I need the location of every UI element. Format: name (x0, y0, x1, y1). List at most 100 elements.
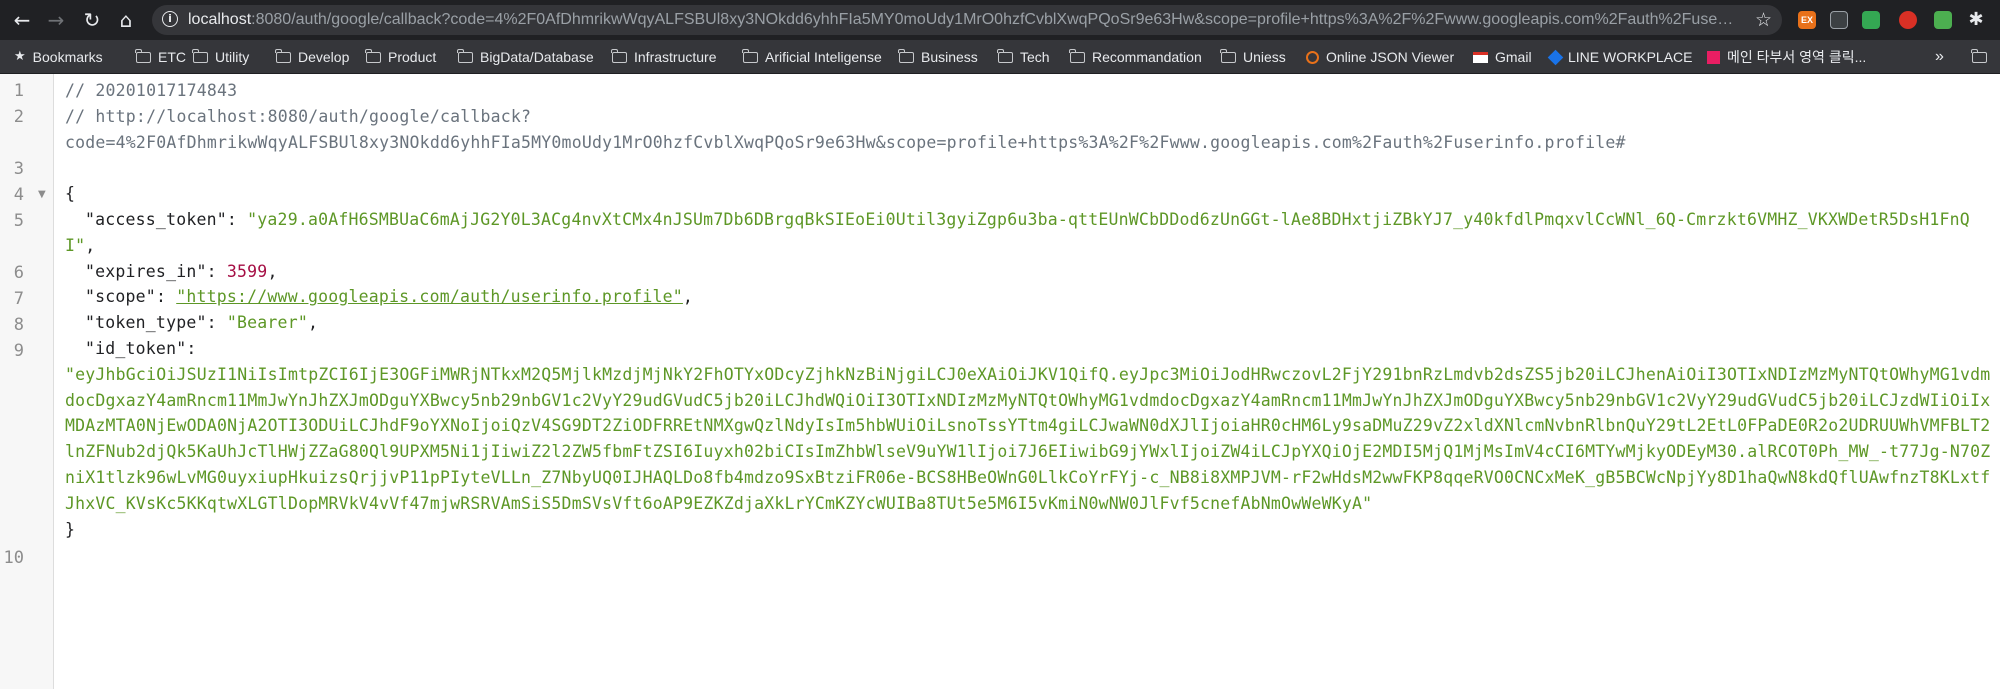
home-icon[interactable]: ⌂ (112, 6, 140, 34)
bookmark-star-icon[interactable]: ☆ (1755, 5, 1772, 35)
folder-icon (742, 48, 758, 63)
comment-url-line1: // http://localhost:8080/auth/google/cal… (65, 106, 532, 126)
id-token-value: "eyJhbGciOiJSUzI1NiIsImtpZCI6IjE3OGFiMWR… (65, 364, 1991, 513)
bookmark-favicon-icon (1707, 50, 1720, 64)
url-host: localhost (188, 11, 252, 28)
json-key: "token_type" (85, 313, 207, 333)
json-key: "expires_in" (85, 261, 207, 281)
expires-in-value: 3599 (226, 261, 268, 281)
bookmark-folder-business[interactable]: Business (898, 40, 978, 74)
folder-icon (611, 48, 627, 63)
bookmark-line-workplace[interactable]: LINE WORKPLACE (1547, 40, 1693, 74)
bookmark-folder-utility[interactable]: Utility (192, 40, 250, 74)
reload-icon[interactable]: ↻ (78, 6, 106, 34)
browser-toolbar: ← → ↻ ⌂ i localhost:8080/auth/google/cal… (0, 0, 2000, 40)
bookmark-folder-etc[interactable]: ETC (135, 40, 186, 74)
folder-icon (898, 48, 914, 63)
json-entry-access-token: "access_token": "ya29.a0AfH6SMBUaC6mAjJG… (65, 209, 1970, 255)
bookmark-folder-develop[interactable]: Develop (275, 40, 350, 74)
line-number-gutter: 1 2 3 4 ▼ 5 6 7 8 9 10 (0, 74, 54, 689)
scope-link[interactable]: "https://www.googleapis.com/auth/userinf… (176, 287, 683, 306)
line-number: 4 (13, 185, 24, 205)
json-entry-expires-in: "expires_in": 3599, (85, 261, 278, 281)
bookmark-folder-tech[interactable]: Tech (997, 40, 1050, 74)
bookmark-label: Business (921, 49, 978, 65)
back-icon[interactable]: ← (8, 6, 36, 34)
comment-timestamp: // 20201017174843 (65, 81, 238, 100)
extension-green-icon[interactable] (1862, 11, 1880, 29)
access-token-value: "ya29.a0AfH6SMBUaC6mAjJG2Y0L3ACg4nvXtCMx… (65, 209, 1970, 255)
line-number: 6 (13, 263, 24, 283)
extension-red-icon[interactable] (1899, 11, 1917, 29)
star-icon: ★ (14, 49, 26, 65)
folder-icon (997, 48, 1013, 63)
bookmark-label: BigData/Database (480, 49, 594, 65)
line-number: 10 (3, 548, 24, 568)
line-number: 2 (13, 107, 24, 127)
bookmark-label: Tech (1020, 49, 1050, 65)
other-bookmarks-folder[interactable] (1971, 40, 1994, 74)
folder-icon (457, 48, 473, 63)
json-close-brace: } (65, 519, 76, 539)
bookmark-label: Product (388, 49, 437, 65)
bookmark-bookmarks[interactable]: ★ Bookmarks (14, 40, 103, 74)
json-key: "access_token" (85, 209, 227, 229)
bookmark-label: Develop (298, 49, 350, 65)
bookmark-folder-uniess[interactable]: Uniess (1220, 40, 1286, 74)
line-icon (1547, 49, 1564, 66)
json-viewer-icon (1306, 50, 1319, 64)
folder-icon (135, 48, 151, 63)
folder-icon (275, 48, 291, 63)
folder-icon (192, 48, 208, 63)
folder-icon (1971, 48, 1987, 63)
bookmark-label: LINE WORKPLACE (1568, 49, 1693, 65)
bookmark-label: Utility (215, 49, 250, 65)
bookmark-folder-ai[interactable]: Arificial Inteligense (742, 40, 882, 74)
line-number: 3 (13, 159, 24, 179)
bookmark-folder-bigdata[interactable]: BigData/Database (457, 40, 594, 74)
json-content: // 20201017174843 // http://localhost:80… (65, 78, 1991, 542)
extension-shield-icon[interactable] (1830, 11, 1848, 29)
url-path: :8080/auth/google/callback?code=4%2F0AfD… (251, 11, 1738, 28)
json-entry-token-type: "token_type": "Bearer", (85, 313, 319, 333)
bookmark-label: Gmail (1495, 49, 1532, 65)
line-number: 9 (13, 341, 24, 361)
json-key: "id_token" (85, 338, 187, 358)
url-text[interactable]: localhost:8080/auth/google/callback?code… (188, 5, 1738, 35)
fold-toggle-icon[interactable]: ▼ (38, 182, 48, 208)
folder-icon (1069, 48, 1085, 63)
bookmark-label: ETC (158, 49, 186, 65)
bookmark-label: Online JSON Viewer (1326, 49, 1455, 65)
bookmark-online-json-viewer[interactable]: Online JSON Viewer (1306, 40, 1454, 74)
extension-check-shield-icon[interactable] (1934, 11, 1952, 29)
bookmark-label: Recommandation (1092, 49, 1202, 65)
folder-icon (1220, 48, 1236, 63)
bookmark-folder-product[interactable]: Product (365, 40, 437, 74)
bookmark-label: Arificial Inteligense (765, 49, 882, 65)
bookmark-gmail[interactable]: Gmail (1473, 40, 1532, 74)
bookmark-label: Bookmarks (32, 49, 103, 65)
comment-url-line2: code=4%2F0AfDhmrikwWqyALFSBUl8xy3NOkdd6y… (65, 132, 1626, 152)
bookmark-folder-infrastructure[interactable]: Infrastructure (611, 40, 716, 74)
bookmark-folder-recommandation[interactable]: Recommandation (1069, 40, 1202, 74)
bookmarks-overflow-button[interactable]: » (1935, 40, 1944, 74)
folder-icon (365, 48, 381, 63)
bookmark-label: Uniess (1243, 49, 1286, 65)
json-key: "scope" (85, 287, 156, 307)
gmail-icon (1473, 51, 1488, 63)
address-bar[interactable]: i localhost:8080/auth/google/callback?co… (152, 5, 1782, 35)
bookmark-label: 메인 타부서 영역 클릭... (1727, 49, 1867, 65)
bookmark-korean-page[interactable]: 메인 타부서 영역 클릭... (1707, 40, 1866, 74)
json-open-brace: { (65, 184, 76, 204)
line-number: 5 (13, 211, 24, 231)
line-number: 7 (13, 289, 24, 309)
site-info-icon[interactable]: i (162, 11, 178, 27)
forward-icon[interactable]: → (42, 6, 70, 34)
extension-ex-icon[interactable]: EX (1798, 11, 1816, 29)
json-entry-scope: "scope": "https://www.googleapis.com/aut… (85, 287, 694, 307)
line-number: 8 (13, 315, 24, 335)
extensions-puzzle-icon[interactable]: ✱ (1962, 6, 1990, 34)
bookmarks-bar: ★ Bookmarks ETC Utility Develop Product B… (0, 40, 2000, 74)
json-entry-id-token: "id_token": (85, 338, 197, 358)
